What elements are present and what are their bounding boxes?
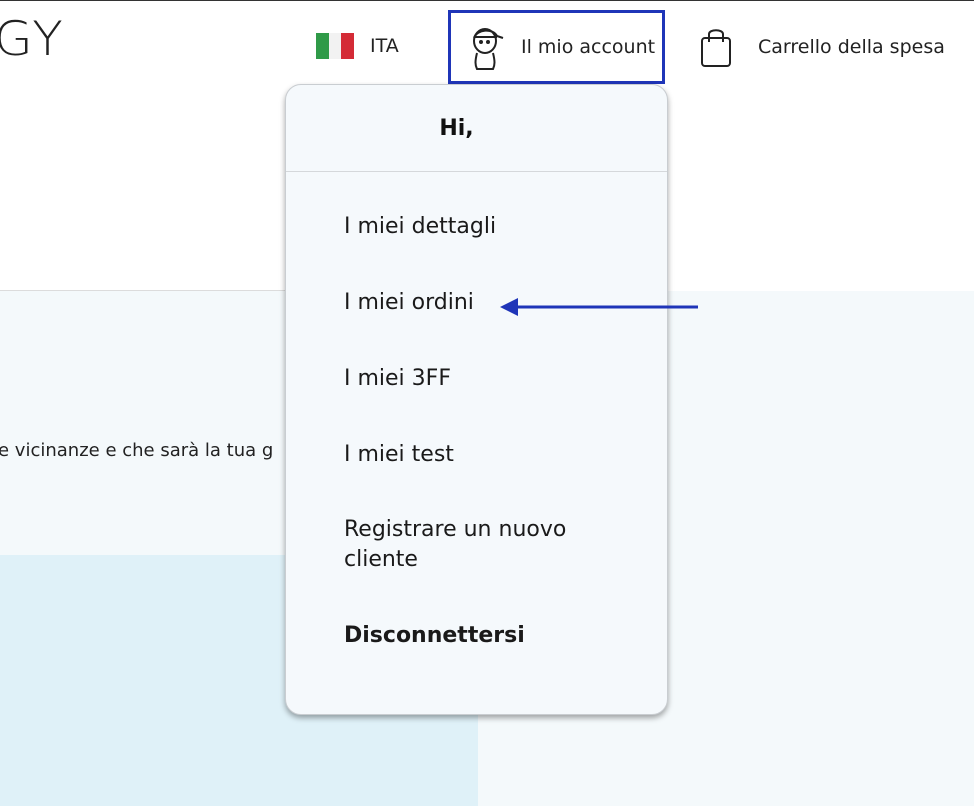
dropdown-header: Hi, (286, 85, 667, 172)
my-account-label: Il mio account (521, 36, 656, 58)
shopping-cart-link[interactable]: Carrello della spesa (700, 26, 945, 68)
top-border (0, 0, 974, 1)
menu-item-logout[interactable]: Disconnettersi (344, 621, 644, 651)
menu-item-my-3ff[interactable]: I miei 3FF (344, 364, 644, 394)
shopping-cart-label: Carrello della spesa (758, 36, 945, 58)
my-account-button[interactable]: Il mio account (448, 10, 665, 84)
annotation-arrow-icon (500, 298, 698, 316)
background-panel (0, 291, 290, 555)
background-paragraph: e vicinanze e che sarà la tua g (0, 440, 274, 461)
language-selector[interactable]: ITA (316, 33, 399, 59)
italy-flag-icon (316, 33, 355, 59)
menu-item-register-customer[interactable]: Registrare un nuovo cliente (344, 515, 604, 575)
site-logo[interactable]: GY (0, 15, 65, 63)
greeting-text: Hi, (439, 115, 474, 141)
language-label: ITA (370, 35, 399, 57)
menu-item-my-tests[interactable]: I miei test (344, 440, 644, 470)
user-avatar-icon (473, 28, 504, 70)
shopping-bag-icon (701, 29, 731, 67)
menu-item-my-details[interactable]: I miei dettagli (344, 212, 644, 242)
account-dropdown-menu: Hi, I miei dettagli I miei ordini I miei… (285, 84, 668, 715)
